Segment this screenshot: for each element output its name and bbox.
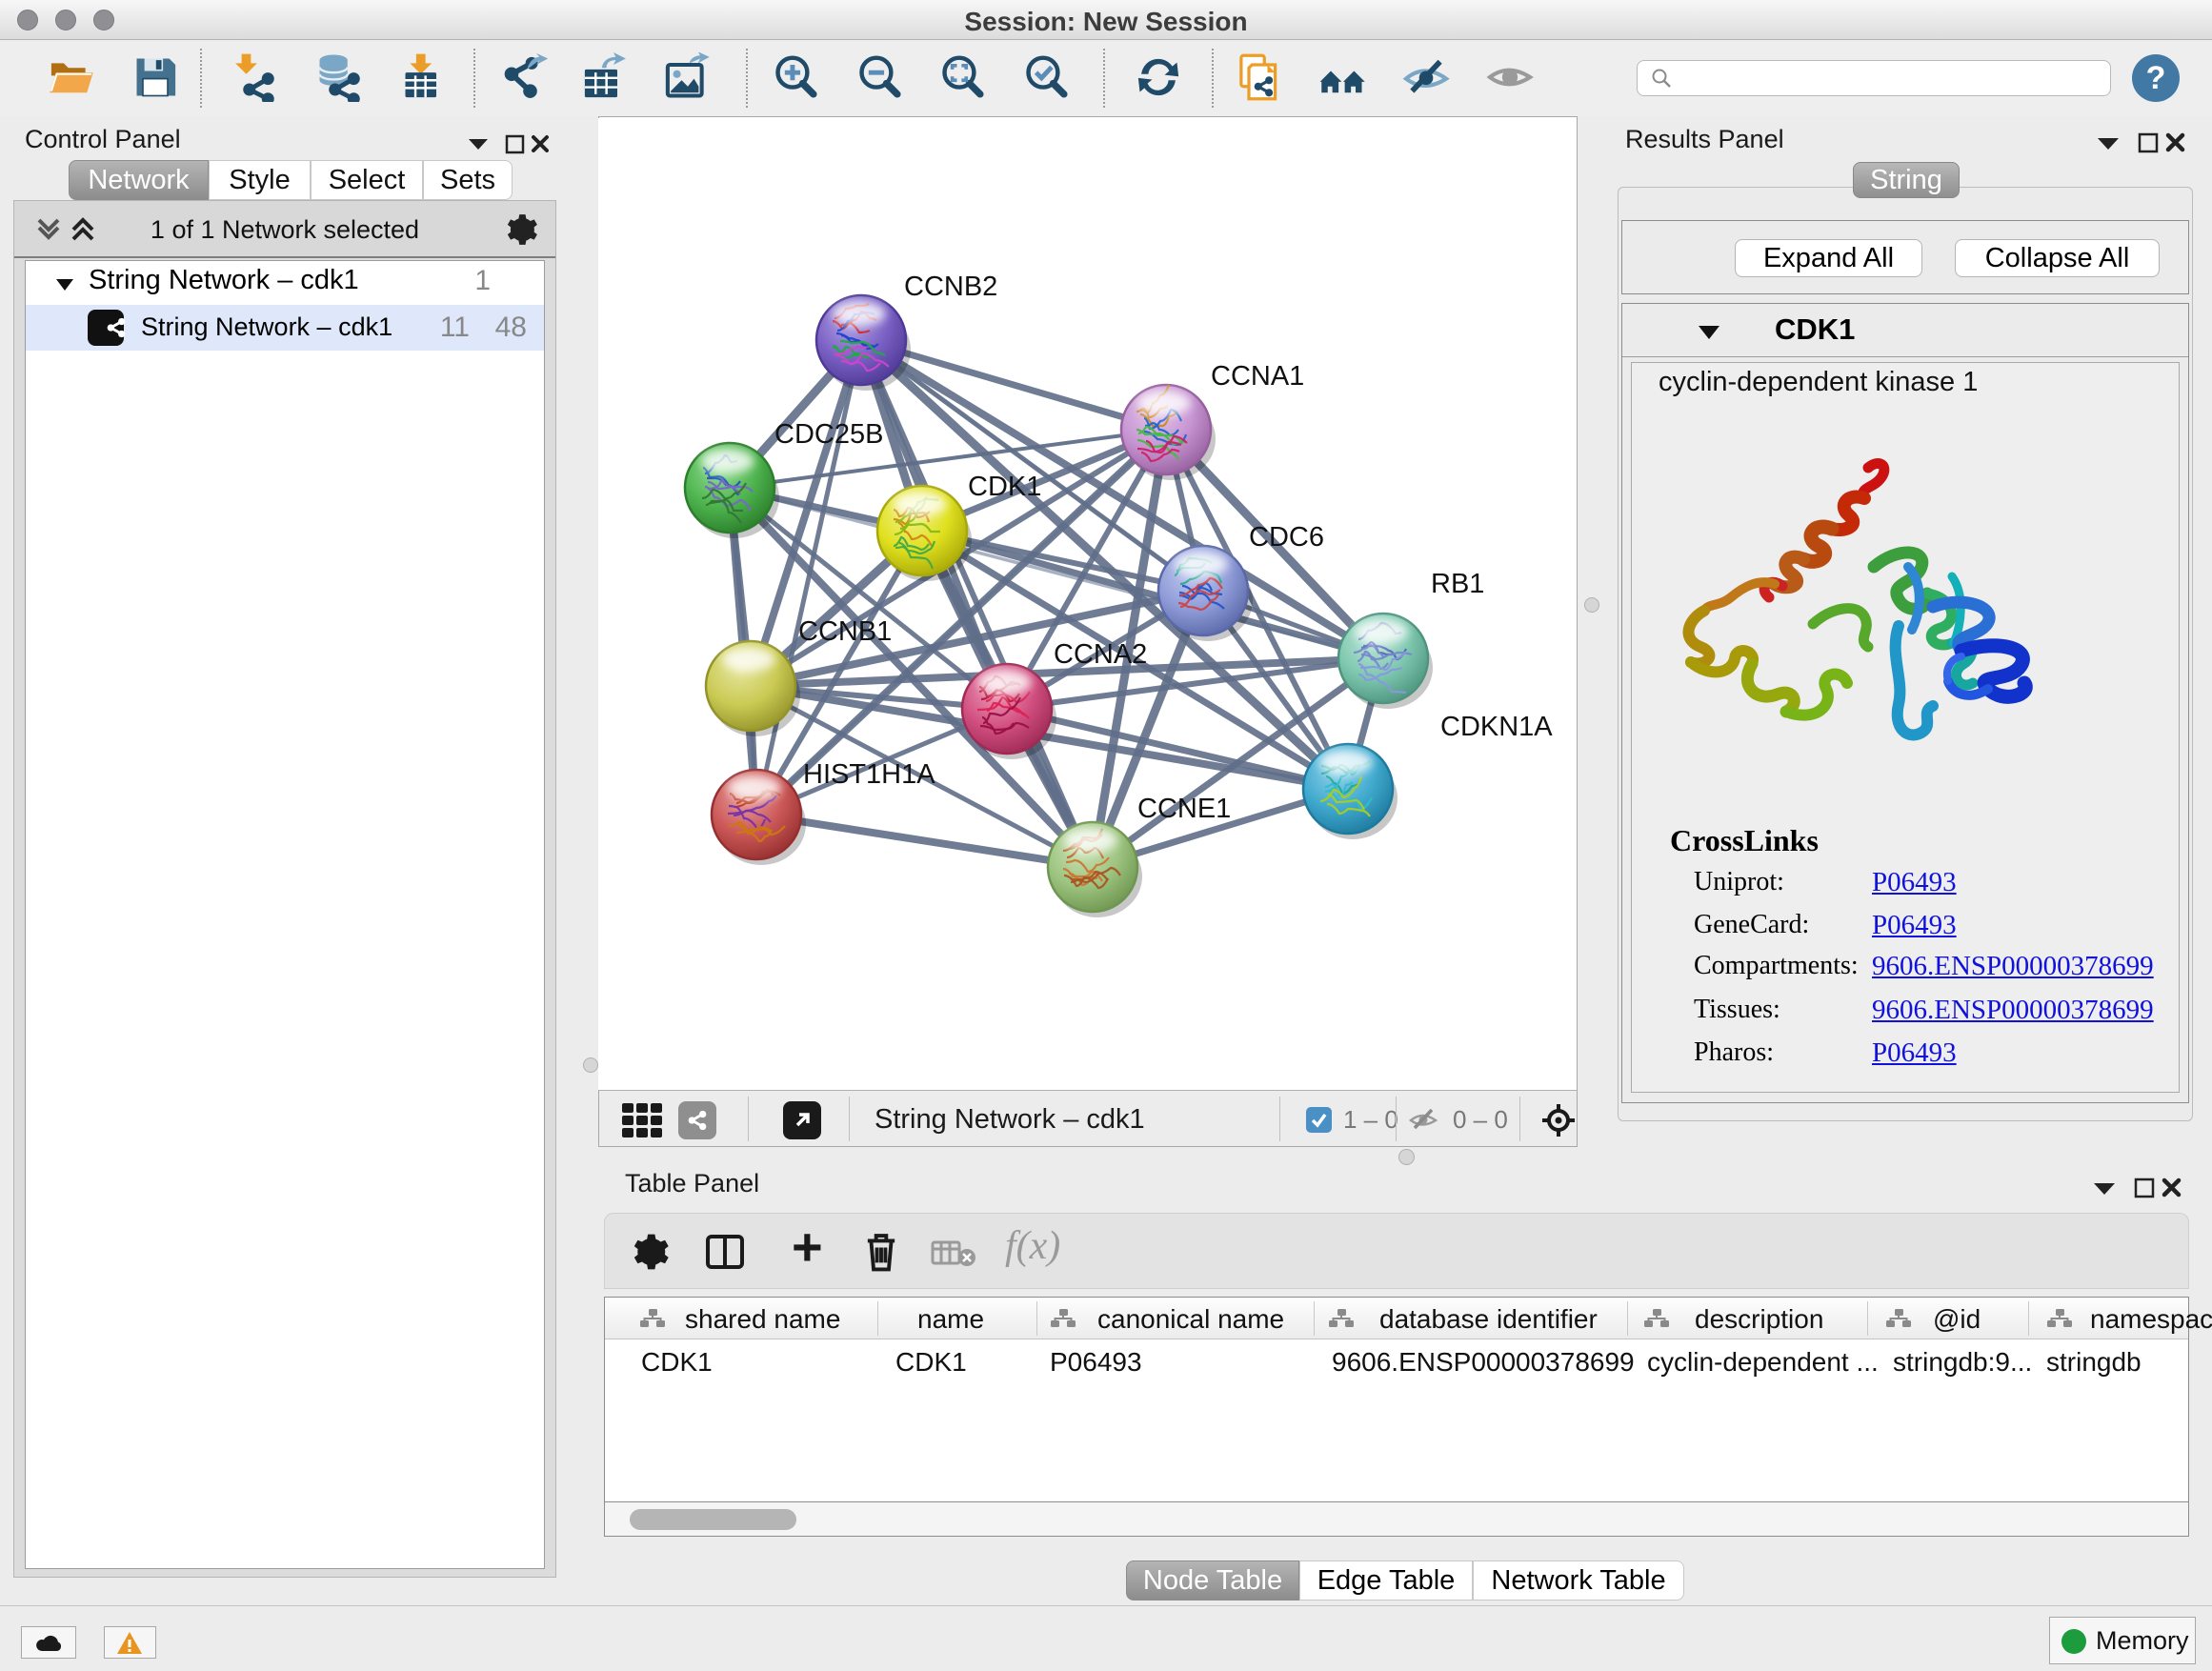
svg-text:CDKN1A: CDKN1A (1440, 712, 1553, 742)
svg-text:CDC25B: CDC25B (774, 419, 883, 450)
svg-text:CDC6: CDC6 (1249, 522, 1324, 553)
svg-text:CDK1: CDK1 (968, 472, 1041, 502)
svg-text:CCNB1: CCNB1 (798, 616, 892, 647)
svg-text:RB1: RB1 (1431, 569, 1484, 599)
svg-text:CCNA2: CCNA2 (1054, 639, 1147, 670)
svg-text:HIST1H1A: HIST1H1A (803, 759, 935, 790)
svg-text:CCNE1: CCNE1 (1137, 794, 1231, 824)
svg-text:CCNB2: CCNB2 (904, 272, 997, 302)
svg-text:CCNA1: CCNA1 (1211, 361, 1304, 392)
